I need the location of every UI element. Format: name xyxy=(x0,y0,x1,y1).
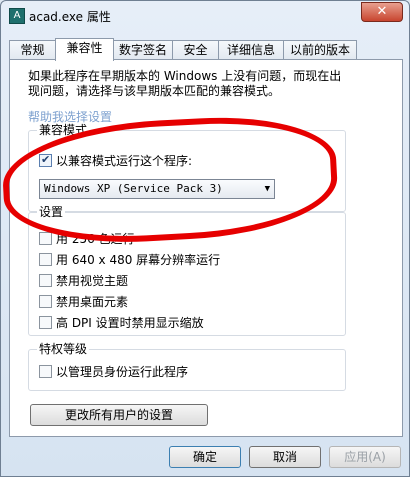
privilege-title: 特权等级 xyxy=(37,342,90,356)
tab-previous-versions[interactable]: 以前的版本 xyxy=(283,40,357,60)
option-640x480-checkbox[interactable] xyxy=(39,253,52,266)
intro-text: 如果此程序在早期版本的 Windows 上没有问题，而现在出 现问题，请选择与该… xyxy=(28,69,388,99)
tab-general[interactable]: 常规 xyxy=(9,40,56,60)
run-as-admin-checkbox[interactable] xyxy=(39,365,52,378)
cancel-button[interactable]: 取消 xyxy=(249,446,321,468)
option-disable-visual-themes-checkbox[interactable] xyxy=(39,274,52,287)
run-as-admin-label: 以管理员身份运行此程序 xyxy=(56,365,189,379)
option-disable-desktop-composition-label: 禁用桌面元素 xyxy=(56,295,129,309)
option-640x480[interactable]: 用 640 x 480 屏幕分辨率运行 xyxy=(39,252,220,268)
option-disable-visual-themes[interactable]: 禁用视觉主题 xyxy=(39,273,128,289)
tab-digital-signature[interactable]: 数字签名 xyxy=(113,40,173,60)
tab-compatibility[interactable]: 兼容性 xyxy=(55,38,114,61)
run-as-admin-row[interactable]: 以管理员身份运行此程序 xyxy=(39,364,188,380)
option-256-colors-checkbox[interactable] xyxy=(39,232,52,245)
properties-window: A acad.exe 属性 ✕ 常规 兼容性 数字签名 安全 详细信息 以前的版… xyxy=(0,0,410,477)
intro-line-1: 如果此程序在早期版本的 Windows 上没有问题，而现在出 xyxy=(28,69,342,83)
ok-button[interactable]: 确定 xyxy=(169,446,241,468)
window-title: acad.exe 属性 xyxy=(29,10,111,24)
privilege-group: 特权等级 以管理员身份运行此程序 xyxy=(28,342,346,391)
intro-line-2: 现问题，请选择与该早期版本匹配的兼容模式。 xyxy=(28,84,281,98)
title-bar: A acad.exe 属性 ✕ xyxy=(1,1,409,31)
app-icon: A xyxy=(9,8,25,24)
option-disable-visual-themes-label: 禁用视觉主题 xyxy=(56,274,129,288)
option-disable-desktop-composition-checkbox[interactable] xyxy=(39,295,52,308)
option-disable-dpi-scaling-label: 高 DPI 设置时禁用显示缩放 xyxy=(56,316,204,330)
option-disable-desktop-composition[interactable]: 禁用桌面元素 xyxy=(39,294,128,310)
tab-strip: 常规 兼容性 数字签名 安全 详细信息 以前的版本 xyxy=(9,38,403,61)
tab-details[interactable]: 详细信息 xyxy=(218,40,284,60)
close-button[interactable]: ✕ xyxy=(361,2,403,22)
change-all-users-button[interactable]: 更改所有用户的设置 xyxy=(30,404,208,426)
option-640x480-label: 用 640 x 480 屏幕分辨率运行 xyxy=(56,253,221,267)
option-disable-dpi-scaling[interactable]: 高 DPI 设置时禁用显示缩放 xyxy=(39,315,204,331)
option-disable-dpi-scaling-checkbox[interactable] xyxy=(39,316,52,329)
compatibility-panel: 如果此程序在早期版本的 Windows 上没有问题，而现在出 现问题，请选择与该… xyxy=(9,59,403,437)
apply-button[interactable]: 应用(A) xyxy=(329,446,401,468)
tab-security[interactable]: 安全 xyxy=(172,40,219,60)
